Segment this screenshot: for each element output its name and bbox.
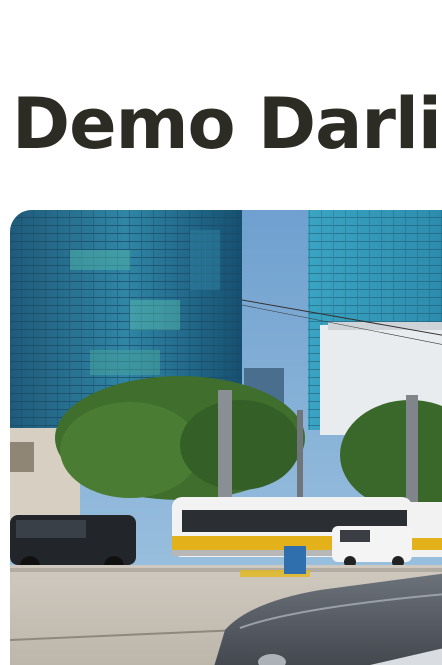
white-van xyxy=(332,526,412,568)
city-street-illustration xyxy=(10,210,442,665)
trash-bin xyxy=(284,546,306,574)
signal-pole xyxy=(406,395,418,505)
traffic-pole xyxy=(218,390,232,500)
hero-image xyxy=(10,210,442,665)
article-page: Demo Darlin xyxy=(0,0,442,665)
article-headline: Demo Darlin xyxy=(12,83,442,165)
